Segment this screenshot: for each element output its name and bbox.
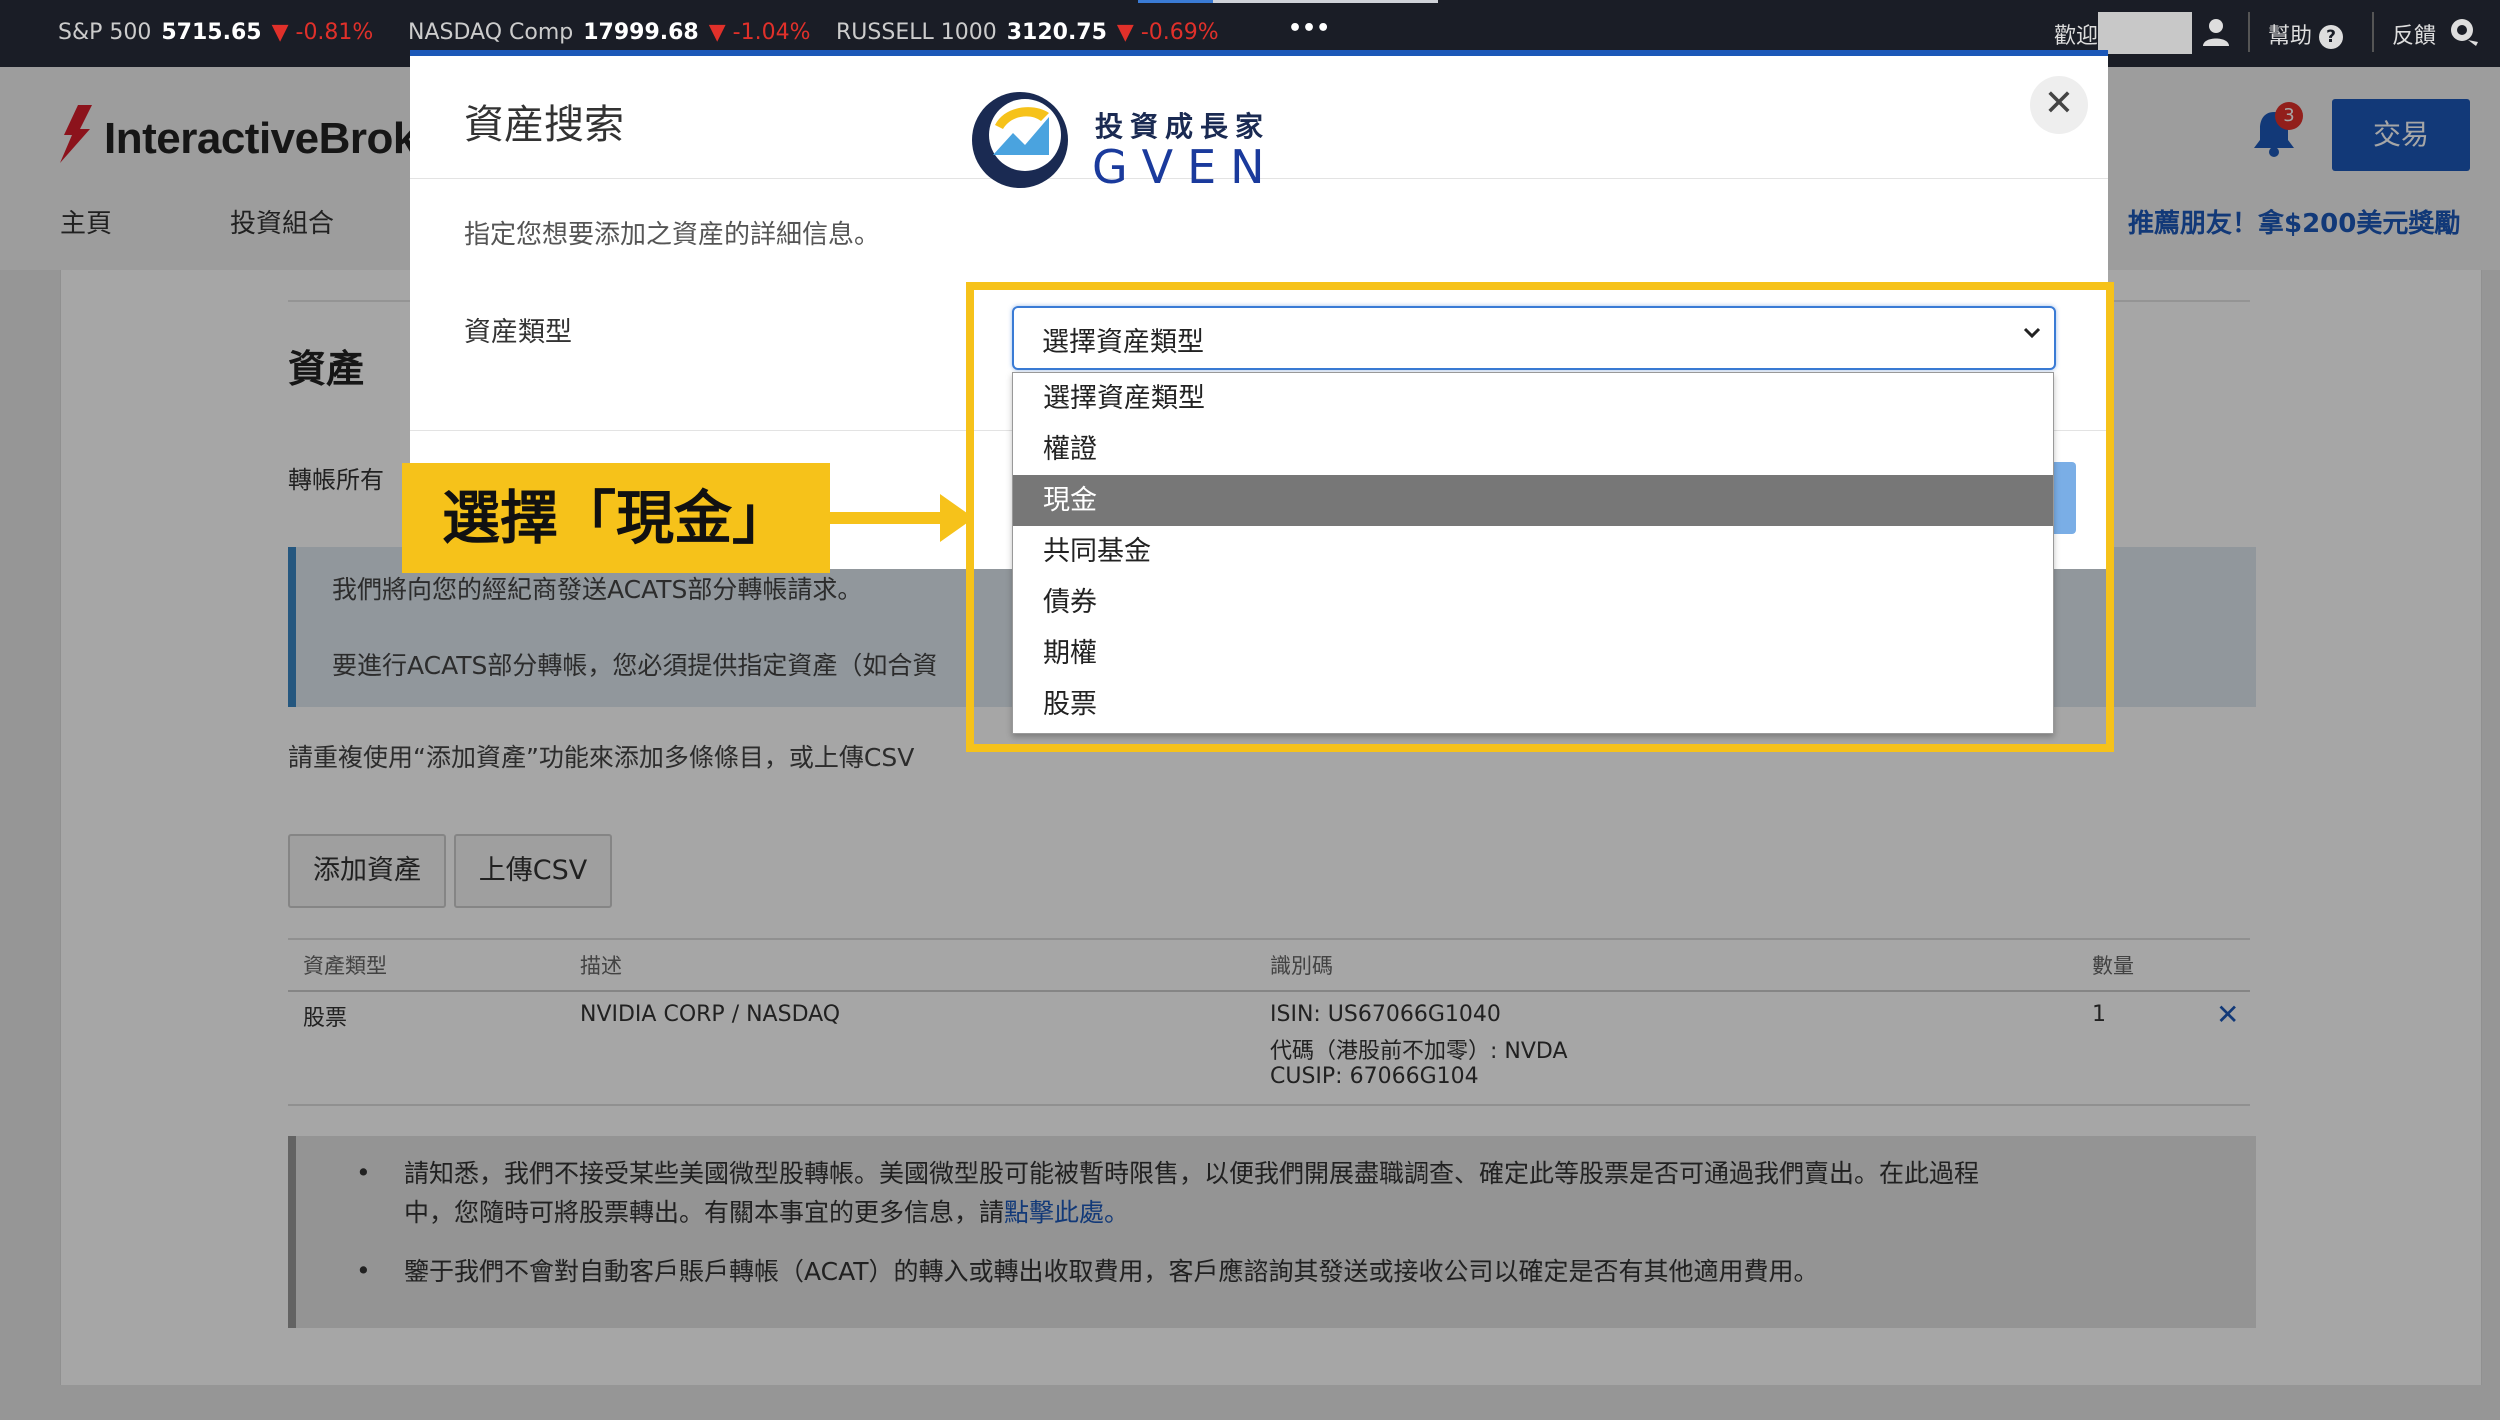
help-link[interactable]: 幫助 ? <box>2268 18 2344 50</box>
arrow-right-icon <box>828 490 978 546</box>
brand-logo-icon <box>965 85 1075 195</box>
asset-type-label: 資産類型 <box>464 317 572 348</box>
ticker-change-value: -0.81% <box>295 20 374 45</box>
ticker-change: ▼ -0.81% <box>271 20 374 45</box>
ticker-value: 17999.68 <box>583 20 699 45</box>
welcome-label: 歡迎 <box>2054 24 2099 49</box>
feedback-label: 反饋 <box>2392 24 2437 49</box>
ticker-progress <box>1138 0 1438 3</box>
ticker-more-button[interactable]: ••• <box>1288 16 1330 41</box>
ticker-name: RUSSELL 1000 <box>836 20 997 45</box>
ticker-name: NASDAQ Comp <box>408 20 574 45</box>
ticker-item[interactable]: NASDAQ Comp 17999.68 ▼ -1.04% <box>408 20 810 45</box>
ticker-progress-fill <box>1138 0 1213 3</box>
username-redacted <box>2098 12 2192 54</box>
help-label: 幫助 <box>2268 24 2313 49</box>
ticker-item[interactable]: S&P 500 5715.65 ▼ -0.81% <box>58 20 373 45</box>
modal-description: 指定您想要添加之資産的詳細信息。 <box>464 220 881 250</box>
annotation-callout: 選擇「現金」 <box>402 463 830 573</box>
divider <box>2248 12 2250 52</box>
brand-name-en: GVEN <box>1092 140 1279 194</box>
divider <box>2372 12 2374 52</box>
user-icon[interactable] <box>2200 16 2232 48</box>
ticker-change: ▼ -1.04% <box>708 20 811 45</box>
ticker-item[interactable]: RUSSELL 1000 3120.75 ▼ -0.69% <box>836 20 1219 45</box>
close-button[interactable]: ✕ <box>2030 76 2088 134</box>
feedback-icon[interactable] <box>2448 16 2480 48</box>
ticker-change-value: -1.04% <box>732 20 811 45</box>
highlight-frame <box>966 282 2114 752</box>
modal-title: 資産搜索 <box>464 102 624 148</box>
ticker-change-value: -0.69% <box>1140 20 1219 45</box>
ticker-change: ▼ -0.69% <box>1116 20 1219 45</box>
ticker-name: S&P 500 <box>58 20 152 45</box>
brand-name-cn: 投資成長家 <box>1095 110 1271 143</box>
feedback-link[interactable]: 反饋 <box>2392 18 2436 50</box>
help-icon: ? <box>2319 25 2344 49</box>
ticker-value: 3120.75 <box>1006 20 1107 45</box>
ticker-value: 5715.65 <box>161 20 262 45</box>
